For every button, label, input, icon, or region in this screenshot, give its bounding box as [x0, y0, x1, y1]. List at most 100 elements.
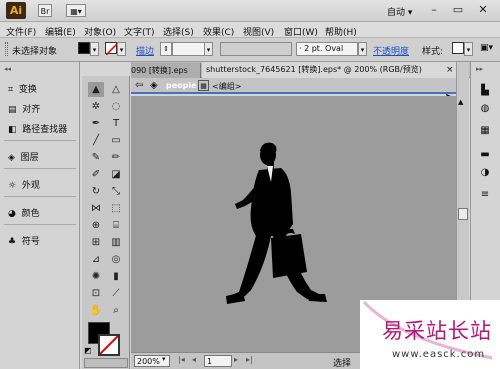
tab-document-1[interactable]: 090 [转换].eps — [131, 63, 201, 78]
paintbrush-tool-icon[interactable]: ✎ — [88, 150, 104, 165]
brush-definition-arrow[interactable]: ▾ — [358, 42, 367, 56]
previous-artboard-icon[interactable]: ◂ — [192, 355, 196, 364]
bridge-icon[interactable]: Br — [38, 4, 52, 17]
panel-label: 路径查找器 — [22, 125, 68, 135]
menu-help[interactable]: 帮助(H) — [325, 25, 357, 38]
swatches-icon[interactable]: ▦ — [476, 124, 494, 138]
type-tool-icon[interactable]: T — [108, 116, 124, 131]
opacity-link[interactable]: 不透明度 — [373, 44, 409, 57]
scroll-up-icon[interactable]: ▲ — [458, 98, 463, 106]
breadcrumb-group[interactable]: <编组> — [212, 81, 241, 92]
brushes-icon[interactable]: ▙ — [476, 84, 494, 98]
panel-transform[interactable]: ⌗ 变换 — [8, 82, 37, 95]
appearance-icon: ☼ — [8, 181, 17, 191]
perspective-grid-tool-icon[interactable]: ⌸ — [108, 218, 124, 233]
hand-tool-icon[interactable]: ✋ — [88, 303, 104, 318]
gradient-icon[interactable]: ▬ — [476, 148, 494, 162]
line-tool-icon[interactable]: ╱ — [88, 133, 104, 148]
last-artboard-icon[interactable]: ▸| — [246, 355, 253, 364]
menu-file[interactable]: 文件(F) — [6, 25, 36, 38]
stroke-weight-dropdown[interactable]: ▾ — [204, 42, 213, 56]
panel-label: 变换 — [18, 85, 37, 95]
artboard-number-field[interactable]: 1 — [204, 355, 232, 367]
stroke-dropdown[interactable]: ▾ — [117, 42, 126, 56]
eraser-tool-icon[interactable]: ◪ — [108, 167, 124, 182]
panel-layers[interactable]: ◈ 图层 — [8, 150, 39, 163]
menu-select[interactable]: 选择(S) — [163, 25, 194, 38]
pathfinder-icon: ◧ — [8, 125, 17, 135]
gradient-tool-icon[interactable]: ▥ — [108, 235, 124, 250]
minimize-button[interactable]: – — [424, 2, 444, 18]
workspace-switcher[interactable]: 自动 ▾ — [387, 5, 412, 18]
lasso-tool-icon[interactable]: ◌ — [108, 99, 124, 114]
width-tool-icon[interactable]: ⋈ — [88, 201, 104, 216]
blob-brush-tool-icon[interactable]: ✐ — [88, 167, 104, 182]
none-color-icon — [99, 335, 119, 355]
rotate-tool-icon[interactable]: ↻ — [88, 184, 104, 199]
control-grip[interactable] — [5, 42, 8, 56]
status-current-tool[interactable]: 选择 — [333, 356, 351, 369]
menu-view[interactable]: 视图(V) — [243, 25, 274, 38]
panel-appearance[interactable]: ☼ 外观 — [8, 178, 40, 191]
blend-tool-icon[interactable]: ◎ — [108, 252, 124, 267]
eyedropper-tool-icon[interactable]: ⊿ — [88, 252, 104, 267]
scale-tool-icon[interactable]: ⤡ — [108, 184, 124, 199]
fill-dropdown[interactable]: ▾ — [90, 42, 99, 56]
first-artboard-icon[interactable]: |◂ — [178, 355, 185, 364]
restore-button[interactable]: ▭ — [448, 2, 468, 18]
stroke-color-box[interactable] — [98, 334, 120, 356]
style-swatch[interactable] — [452, 42, 464, 54]
direct-selection-tool-icon[interactable]: △ — [108, 82, 124, 97]
scrollbar-thumb[interactable] — [458, 208, 468, 220]
graphic-styles-icon[interactable]: ◍ — [476, 102, 494, 116]
pencil-tool-icon[interactable]: ✏ — [108, 150, 124, 165]
style-dropdown[interactable]: ▾ — [464, 42, 473, 56]
fill-swatch[interactable] — [78, 42, 90, 54]
artboard-tool-icon[interactable]: ⊡ — [88, 286, 104, 301]
menu-object[interactable]: 对象(O) — [84, 25, 116, 38]
panel-divider — [4, 196, 76, 197]
zoom-dropdown-icon[interactable]: ▾ — [162, 355, 166, 363]
close-button[interactable]: ✕ — [472, 2, 494, 18]
panel-label: 图层 — [20, 153, 39, 163]
next-artboard-icon[interactable]: ▸ — [234, 355, 238, 364]
panel-symbols[interactable]: ♣ 符号 — [8, 234, 40, 247]
mesh-tool-icon[interactable]: ⊞ — [88, 235, 104, 250]
shape-builder-tool-icon[interactable]: ⊕ — [88, 218, 104, 233]
color-mode-buttons[interactable] — [84, 358, 128, 368]
stroke-panel-link[interactable]: 描边 — [136, 44, 154, 57]
stroke-panel-icon[interactable]: ≡ — [476, 188, 494, 202]
menu-effect[interactable]: 效果(C) — [203, 25, 234, 38]
symbol-sprayer-tool-icon[interactable]: ✺ — [88, 269, 104, 284]
layer-stack-icon: ◈ — [150, 80, 158, 91]
transform-icon: ⌗ — [8, 85, 14, 95]
panel-color[interactable]: ◕ 颜色 — [8, 206, 40, 219]
breadcrumb-layer[interactable]: people — [166, 81, 197, 90]
stroke-weight-stepper[interactable]: ⇕ — [160, 42, 172, 56]
menu-window[interactable]: 窗口(W) — [284, 25, 318, 38]
tab-title: shutterstock_7645621 [转换].eps* @ 200% (R… — [206, 65, 422, 74]
brush-definition-dropdown[interactable]: · 2 pt. Oval — [296, 42, 358, 56]
magic-wand-tool-icon[interactable]: ✲ — [88, 99, 104, 114]
slice-tool-icon[interactable]: ⟋ — [108, 286, 124, 301]
free-transform-tool-icon[interactable]: ⬚ — [108, 201, 124, 216]
panel-pathfinder[interactable]: ◧ 路径查找器 — [8, 122, 67, 135]
default-colors-icon[interactable]: ◩ — [84, 346, 92, 355]
arrange-documents-icon[interactable]: ▦▾ — [66, 4, 86, 17]
dock-expand-icon[interactable]: ▸▸ — [476, 65, 483, 73]
panel-align[interactable]: ▤ 对齐 — [8, 102, 40, 115]
menu-edit[interactable]: 编辑(E) — [45, 25, 76, 38]
rectangle-tool-icon[interactable]: ▭ — [108, 133, 124, 148]
transparency-icon[interactable]: ◑ — [476, 166, 494, 180]
pen-tool-icon[interactable]: ✒ — [88, 116, 104, 131]
column-graph-tool-icon[interactable]: ▮ — [108, 269, 124, 284]
zoom-tool-icon[interactable]: ⌕ — [108, 303, 124, 318]
tab-document-active[interactable]: shutterstock_7645621 [转换].eps* @ 200% (R… — [202, 62, 460, 78]
back-arrow-icon[interactable]: ⇦ — [135, 80, 143, 91]
stroke-swatch[interactable] — [105, 42, 119, 56]
menu-type[interactable]: 文字(T) — [124, 25, 155, 38]
panel-menu-icon[interactable]: ▣▾ — [480, 43, 493, 53]
selection-tool-icon[interactable]: ▲ — [88, 82, 104, 97]
tab-close-icon[interactable]: × — [446, 65, 454, 75]
dock-collapse-icon[interactable]: ◂◂ — [4, 65, 11, 73]
